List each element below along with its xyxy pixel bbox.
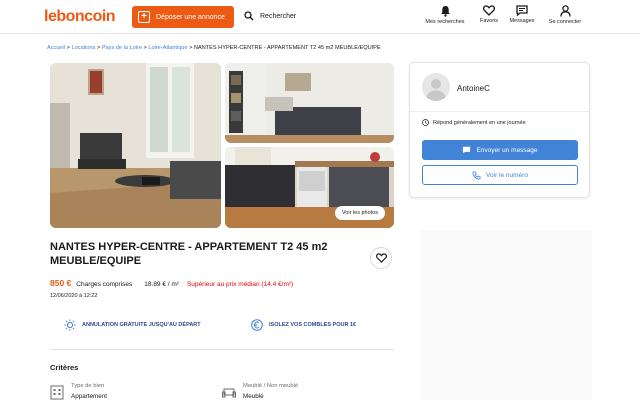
criteria-key: Type de bien: [71, 383, 105, 389]
post-ad-button[interactable]: + Déposer une annonce: [132, 6, 234, 28]
promo-free-cancellation[interactable]: ANNULATION GRATUITE JUSQU'AU DÉPART: [64, 319, 204, 331]
avatar[interactable]: [422, 73, 450, 101]
nav-label: Se connecter: [548, 19, 582, 25]
message-icon: [516, 5, 528, 16]
ad-space: [420, 230, 592, 400]
nav-mes-recherches[interactable]: Mes recherches: [420, 5, 470, 25]
criteria-value: Appartement: [71, 393, 108, 400]
promo-label: ISOLEZ VOS COMBLES POUR 1€: [269, 321, 357, 328]
nav-label: Messages: [509, 18, 535, 24]
sofa-icon: [222, 388, 236, 398]
price-row: 850 € Charges comprises 18.89 € / m² Sup…: [50, 278, 293, 288]
photo-kitchen[interactable]: Voir les photos: [225, 147, 394, 228]
breadcrumb-current: NANTES HYPER-CENTRE - APPARTEMENT T2 45 …: [193, 45, 381, 51]
breadcrumb-link-accueil[interactable]: Accueil: [47, 45, 65, 51]
price: 850 €: [50, 278, 72, 288]
nav-se-connecter[interactable]: Se connecter: [540, 5, 590, 25]
promo-insulation[interactable]: ISOLEZ VOS COMBLES POUR 1€: [251, 319, 356, 331]
section-divider: [50, 349, 394, 350]
heart-icon: [375, 253, 387, 263]
criteria-heading: Critères: [50, 363, 79, 372]
median-price-note: Supérieur au prix médian (14.4 €/m²): [186, 281, 294, 288]
seller-divider: [410, 111, 589, 112]
promo-label: ANNULATION GRATUITE JUSQU'AU DÉPART: [82, 321, 201, 328]
listing-title: NANTES HYPER-CENTRE - APPARTEMENT T2 45 …: [50, 241, 328, 267]
breadcrumb-link-region[interactable]: Pays de la Loire: [102, 45, 142, 51]
breadcrumb-separator: >: [143, 45, 147, 51]
criteria-key: Meublé / Non meublé: [243, 383, 299, 389]
view-photos-button[interactable]: Voir les photos: [334, 206, 385, 220]
send-message-label: Envoyer un message: [476, 146, 538, 154]
show-phone-button[interactable]: Voir le numéro: [422, 165, 578, 185]
post-ad-label: Déposer une annonce: [156, 13, 225, 21]
clock-icon: [422, 119, 429, 126]
sun-icon: [64, 319, 76, 331]
breadcrumb-link-department[interactable]: Loire-Atlantique: [148, 45, 187, 51]
plus-icon: +: [138, 11, 150, 23]
breadcrumb-separator: >: [96, 45, 101, 51]
leboncoin-logo[interactable]: leboncoin: [44, 8, 116, 26]
seller-card: AntoineC Répond généralement en une jour…: [409, 62, 590, 198]
search-link[interactable]: Rechercher: [244, 11, 296, 21]
breadcrumb-separator: >: [189, 45, 193, 51]
seller-name[interactable]: AntoineC: [457, 84, 490, 93]
top-header: leboncoin + Déposer une annonce Recherch…: [0, 0, 640, 34]
criteria-value: Meublé: [243, 393, 264, 400]
charges-label: Charges comprises: [76, 281, 133, 288]
seller-response-time: Répond généralement en une journée: [422, 119, 526, 126]
price-per-m2: 18.89 € / m²: [144, 281, 179, 288]
euro-icon: [251, 319, 263, 331]
search-icon: [244, 11, 254, 21]
phone-icon: [472, 170, 481, 180]
main-photo-living-room[interactable]: [50, 63, 221, 228]
message-icon: [463, 146, 471, 154]
nav-label: Mes recherches: [425, 19, 465, 25]
heart-icon: [483, 5, 495, 16]
breadcrumb: Accueil > Locations > Pays de la Loire >…: [47, 45, 381, 51]
search-label: Rechercher: [260, 12, 297, 20]
show-phone-label: Voir le numéro: [486, 171, 528, 179]
criteria-type-de-bien: Type de bien Appartement: [50, 383, 107, 400]
send-message-button[interactable]: Envoyer un message: [422, 140, 578, 160]
photo-bedroom[interactable]: [225, 63, 394, 143]
user-icon: [559, 5, 571, 17]
listing-date: 12/06/2020 à 12:22: [50, 293, 98, 299]
nav-label: Favoris: [479, 18, 499, 24]
bell-icon: [440, 6, 450, 17]
criteria-meuble: Meublé / Non meublé Meublé: [222, 383, 298, 400]
breadcrumb-link-locations[interactable]: Locations: [71, 45, 95, 51]
breadcrumb-separator: >: [66, 45, 70, 51]
building-icon: [50, 385, 64, 400]
favorite-button[interactable]: [370, 247, 392, 269]
response-time-label: Répond généralement en une journée: [433, 119, 526, 126]
